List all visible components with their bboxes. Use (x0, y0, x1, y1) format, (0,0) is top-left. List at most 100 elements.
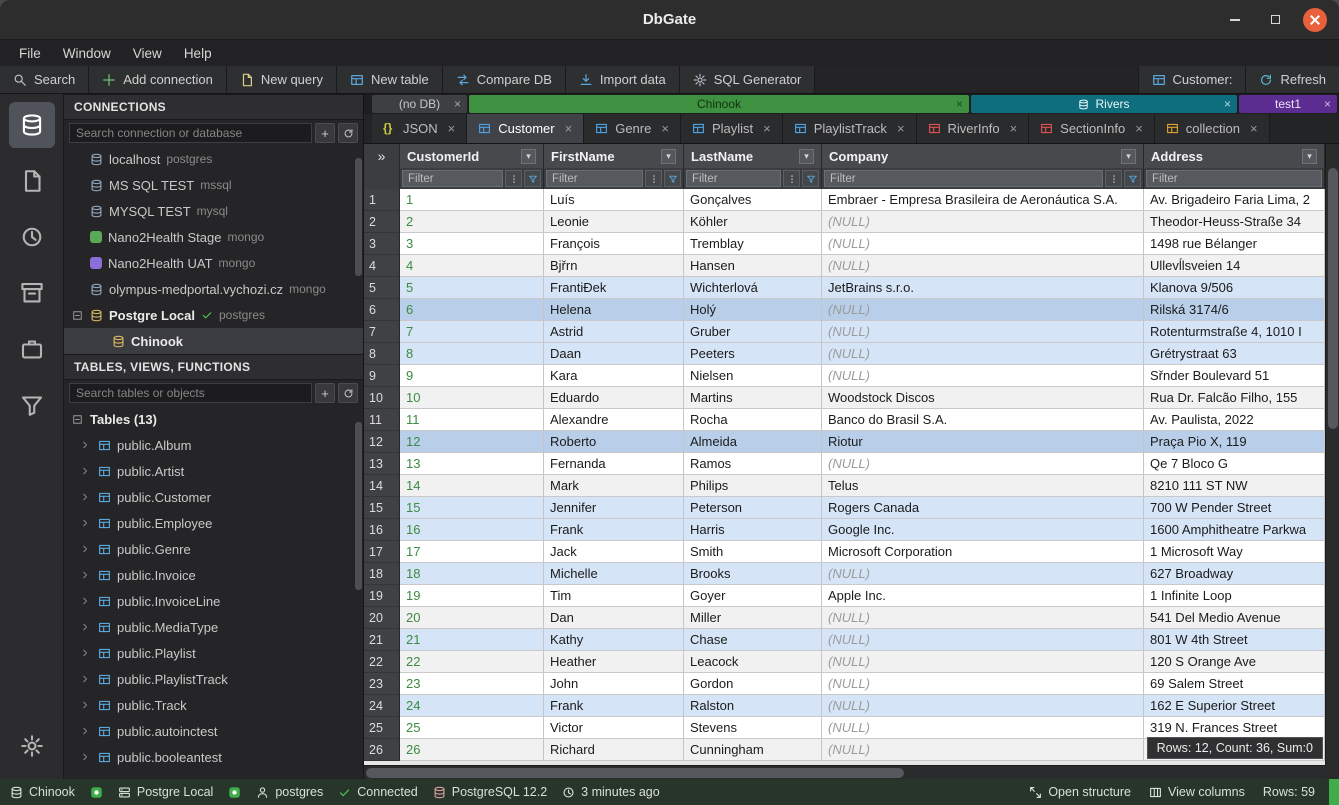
table-item-public-employee[interactable]: public.Employee (64, 510, 363, 536)
add-connection-mini-button[interactable]: + (315, 123, 335, 143)
expand-chevron-icon[interactable] (78, 674, 92, 684)
cell-address[interactable]: 8210 111 ST NW (1144, 475, 1325, 497)
menu-item-view[interactable]: View (124, 44, 171, 63)
vertical-scrollbar-thumb[interactable] (1328, 168, 1338, 429)
database-group-no-db[interactable]: (no DB)× (372, 95, 467, 113)
row-number[interactable]: 1 (364, 189, 400, 211)
cell-company[interactable]: (NULL) (822, 607, 1144, 629)
table-row[interactable]: 11LuísGonçalvesEmbraer - Empresa Brasile… (364, 189, 1325, 211)
cell-firstname[interactable]: Jennifer (544, 497, 684, 519)
row-number[interactable]: 25 (364, 717, 400, 739)
column-header-lastname[interactable]: LastName▾ (684, 144, 822, 168)
cell-lastname[interactable]: Brooks (684, 563, 822, 585)
cell-firstname[interactable]: Kathy (544, 629, 684, 651)
cell-address[interactable]: 1498 rue Bélanger (1144, 233, 1325, 255)
cell-company[interactable]: (NULL) (822, 299, 1144, 321)
cell-company[interactable]: (NULL) (822, 629, 1144, 651)
close-icon[interactable]: × (1135, 121, 1143, 136)
horizontal-scrollbar-thumb[interactable] (366, 768, 904, 778)
tables-group[interactable]: Tables (13) (64, 406, 363, 432)
table-row[interactable]: 1717JackSmithMicrosoft Corporation1 Micr… (364, 541, 1325, 563)
table-item-public-mediatype[interactable]: public.MediaType (64, 614, 363, 640)
tab-playlist[interactable]: Playlist× (681, 114, 783, 143)
cell-lastname[interactable]: Harris (684, 519, 822, 541)
filter-input-lastname[interactable] (686, 170, 781, 187)
cell-customerid[interactable]: 4 (400, 255, 544, 277)
cell-company[interactable]: Apple Inc. (822, 585, 1144, 607)
cell-address[interactable]: Praça Pio X, 119 (1144, 431, 1325, 453)
table-row[interactable]: 88DaanPeeters(NULL)Grétrystraat 63 (364, 343, 1325, 365)
filter-menu-button[interactable] (505, 170, 522, 187)
cell-firstname[interactable]: Roberto (544, 431, 684, 453)
connections-search-input[interactable] (69, 123, 312, 143)
row-number[interactable]: 18 (364, 563, 400, 585)
toolbar-button-import-data[interactable]: Import data (566, 66, 680, 93)
cell-customerid[interactable]: 19 (400, 585, 544, 607)
activity-filter[interactable] (9, 382, 55, 428)
cell-company[interactable]: (NULL) (822, 365, 1144, 387)
tables-search-input[interactable] (69, 383, 312, 403)
cell-firstname[interactable]: Leonie (544, 211, 684, 233)
row-number[interactable]: 11 (364, 409, 400, 431)
table-row[interactable]: 1515JenniferPetersonRogers Canada700 W P… (364, 497, 1325, 519)
cell-customerid[interactable]: 17 (400, 541, 544, 563)
table-row[interactable]: 66HelenaHolý(NULL)Rilská 3174/6 (364, 299, 1325, 321)
connection-item-nano2health-stage[interactable]: Nano2Health Stagemongo (64, 224, 363, 250)
cell-customerid[interactable]: 15 (400, 497, 544, 519)
cell-address[interactable]: Av. Paulista, 2022 (1144, 409, 1325, 431)
cell-customerid[interactable]: 11 (400, 409, 544, 431)
cell-lastname[interactable]: Köhler (684, 211, 822, 233)
cell-lastname[interactable]: Smith (684, 541, 822, 563)
menu-item-file[interactable]: File (10, 44, 50, 63)
table-item-public-artist[interactable]: public.Artist (64, 458, 363, 484)
table-item-public-playlist[interactable]: public.Playlist (64, 640, 363, 666)
tab-playlisttrack[interactable]: PlaylistTrack× (783, 114, 917, 143)
cell-customerid[interactable]: 20 (400, 607, 544, 629)
expand-chevron-icon[interactable] (78, 492, 92, 502)
table-row[interactable]: 33FrançoisTremblay(NULL)1498 rue Bélange… (364, 233, 1325, 255)
status-open-structure[interactable]: Open structure (1029, 785, 1131, 799)
cell-company[interactable]: Woodstock Discos (822, 387, 1144, 409)
cell-customerid[interactable]: 14 (400, 475, 544, 497)
cell-customerid[interactable]: 12 (400, 431, 544, 453)
expand-chevron-icon[interactable] (78, 622, 92, 632)
row-number[interactable]: 5 (364, 277, 400, 299)
cell-customerid[interactable]: 13 (400, 453, 544, 475)
cell-lastname[interactable]: Gruber (684, 321, 822, 343)
row-number[interactable]: 8 (364, 343, 400, 365)
tab-genre[interactable]: Genre× (584, 114, 681, 143)
close-button[interactable] (1303, 8, 1327, 32)
cell-company[interactable]: (NULL) (822, 211, 1144, 233)
table-row[interactable]: 55FrantiĐekWichterlováJetBrains s.r.o.Kl… (364, 277, 1325, 299)
cell-address[interactable]: 801 W 4th Street (1144, 629, 1325, 651)
close-icon[interactable]: × (897, 121, 905, 136)
row-number[interactable]: 3 (364, 233, 400, 255)
activity-file[interactable] (9, 158, 55, 204)
table-row[interactable]: 2121KathyChase(NULL)801 W 4th Street (364, 629, 1325, 651)
table-row[interactable]: 1818MichelleBrooks(NULL)627 Broadway (364, 563, 1325, 585)
row-number[interactable]: 21 (364, 629, 400, 651)
cell-company[interactable]: (NULL) (822, 343, 1144, 365)
table-row[interactable]: 1414MarkPhilipsTelus8210 111 ST NW (364, 475, 1325, 497)
cell-address[interactable]: 319 N. Frances Street (1144, 717, 1325, 739)
cell-customerid[interactable]: 26 (400, 739, 544, 761)
cell-customerid[interactable]: 23 (400, 673, 544, 695)
close-icon[interactable]: × (1224, 97, 1231, 111)
cell-lastname[interactable]: Goyer (684, 585, 822, 607)
cell-company[interactable]: (NULL) (822, 233, 1144, 255)
cell-firstname[interactable]: FrantiĐek (544, 277, 684, 299)
column-header-address[interactable]: Address▾ (1144, 144, 1325, 168)
connection-item-postgre-local[interactable]: Postgre Localpostgres (64, 302, 363, 328)
cell-lastname[interactable]: Peeters (684, 343, 822, 365)
cell-address[interactable]: 1600 Amphitheatre Parkwa (1144, 519, 1325, 541)
column-header-company[interactable]: Company▾ (822, 144, 1144, 168)
cell-lastname[interactable]: Stevens (684, 717, 822, 739)
expand-chevron-icon[interactable] (78, 648, 92, 658)
row-number[interactable]: 19 (364, 585, 400, 607)
table-item-public-playlisttrack[interactable]: public.PlaylistTrack (64, 666, 363, 692)
table-item-public-invoiceline[interactable]: public.InvoiceLine (64, 588, 363, 614)
cell-firstname[interactable]: François (544, 233, 684, 255)
vertical-scrollbar[interactable] (1325, 144, 1339, 765)
cell-address[interactable]: 1 Infinite Loop (1144, 585, 1325, 607)
toolbar-button-new-table[interactable]: New table (337, 66, 443, 93)
